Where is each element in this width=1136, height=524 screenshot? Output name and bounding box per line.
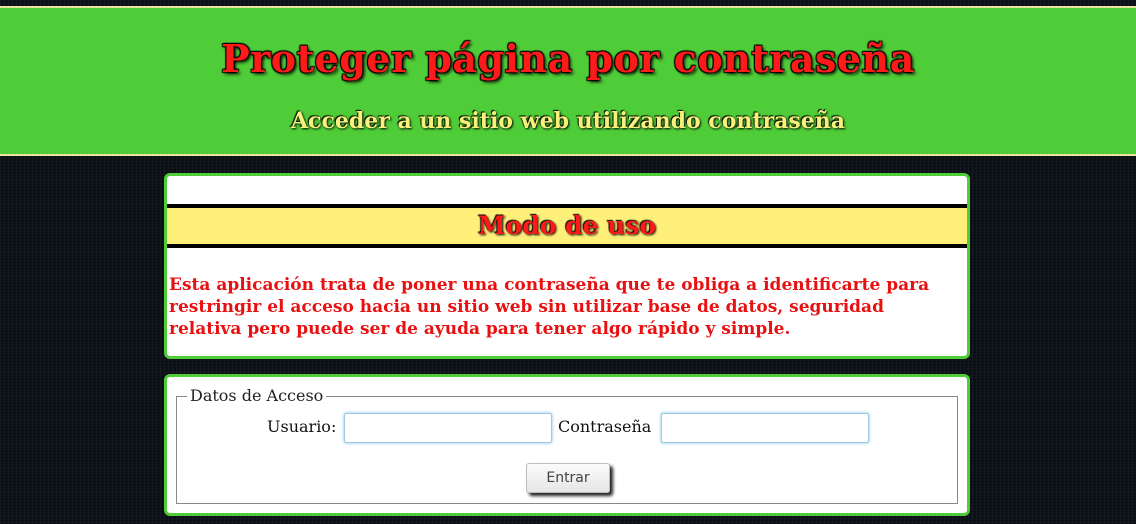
login-panel: Datos de Acceso Usuario: Contraseña Entr… xyxy=(164,374,970,516)
username-input[interactable] xyxy=(344,413,552,443)
password-input[interactable] xyxy=(661,413,869,443)
usage-description: Esta aplicación trata de poner una contr… xyxy=(169,275,930,339)
usage-title-band: Modo de uso xyxy=(167,204,967,248)
page-subtitle: Acceder a un sitio web utilizando contra… xyxy=(290,108,846,134)
access-legend: Datos de Acceso xyxy=(187,387,327,405)
access-fieldset: Datos de Acceso Usuario: Contraseña Entr… xyxy=(176,387,958,504)
page-title: Proteger página por contraseña xyxy=(221,36,915,81)
usage-title: Modo de uso xyxy=(477,211,657,240)
submit-button[interactable]: Entrar xyxy=(526,463,610,493)
page-header: Proteger página por contraseña Acceder a… xyxy=(0,6,1136,156)
password-label: Contraseña xyxy=(558,417,652,436)
usage-panel: Modo de uso Esta aplicación trata de pon… xyxy=(164,173,970,359)
username-label: Usuario: xyxy=(267,417,337,436)
